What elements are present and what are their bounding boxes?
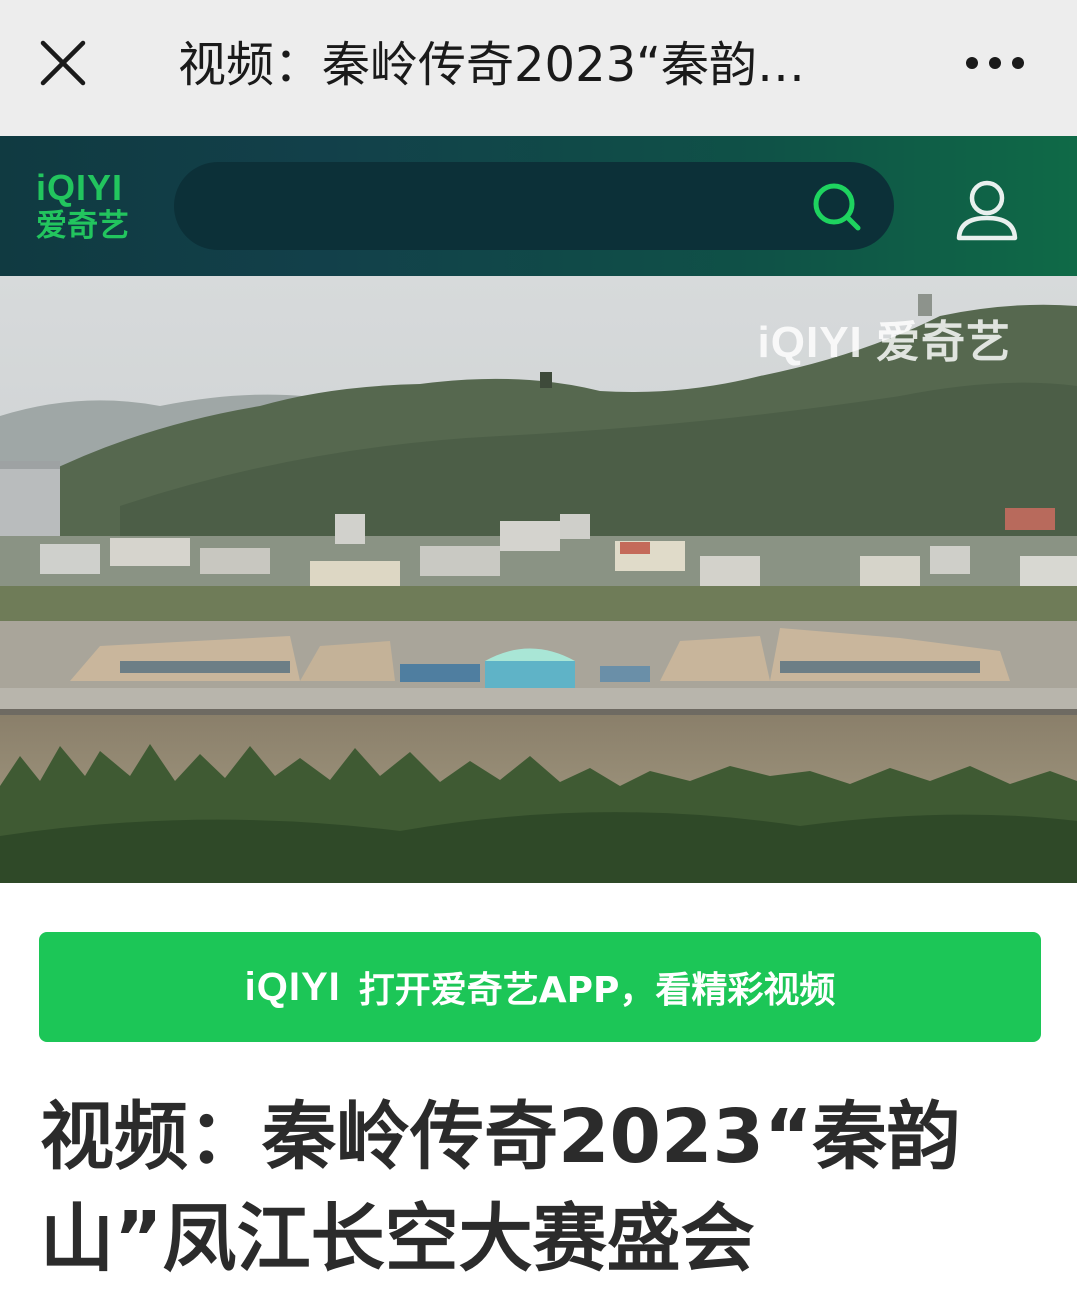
site-header: iQIYI 爱奇艺 bbox=[0, 136, 1077, 276]
webview-top-bar: 视频：秦岭传奇2023“秦韵… bbox=[0, 0, 1077, 136]
close-button[interactable] bbox=[30, 30, 96, 96]
video-watermark: iQIYI 爱奇艺 bbox=[757, 318, 1011, 367]
open-app-button[interactable]: iQIYI 打开爱奇艺APP，看精彩视频 bbox=[39, 932, 1041, 1042]
more-dots-icon bbox=[966, 57, 1024, 69]
logo-text-cn: 爱奇艺 bbox=[36, 208, 129, 244]
open-app-brand: iQIYI bbox=[244, 964, 341, 1009]
user-icon[interactable] bbox=[950, 172, 1024, 246]
iqiyi-logo[interactable]: iQIYI 爱奇艺 bbox=[36, 170, 140, 248]
video-player[interactable]: iQIYI 爱奇艺 bbox=[0, 276, 1077, 883]
open-app-label: 打开爱奇艺APP，看精彩视频 bbox=[358, 970, 836, 1011]
search-icon[interactable] bbox=[810, 180, 864, 234]
article-title: 视频：秦岭传奇2023“秦韵山”凤江长空大赛盛会 bbox=[40, 1094, 961, 1282]
close-icon bbox=[40, 40, 86, 86]
search-input[interactable] bbox=[174, 162, 894, 250]
logo-text-en: iQIYI bbox=[36, 167, 124, 208]
more-button[interactable] bbox=[950, 30, 1040, 96]
page-title: 视频：秦岭传奇2023“秦韵… bbox=[178, 37, 806, 93]
